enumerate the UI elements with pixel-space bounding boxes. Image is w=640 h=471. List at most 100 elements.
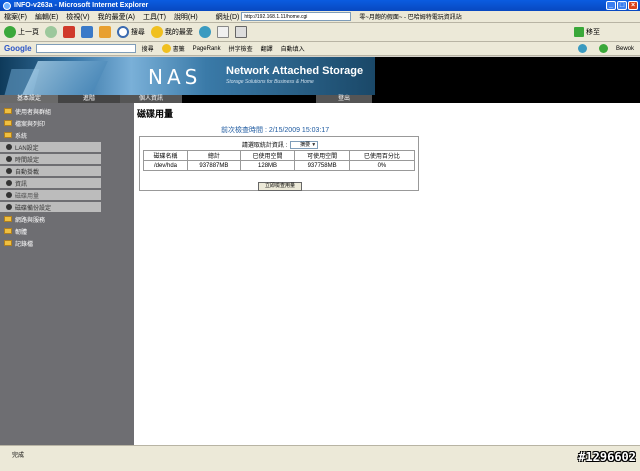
google-search-input[interactable] xyxy=(35,44,136,53)
go-button[interactable]: 移至 xyxy=(574,27,600,37)
banner-image: NAS Network Attached Storage Storage Sol… xyxy=(0,57,375,95)
google-autofill-button[interactable]: 自動填入 xyxy=(281,44,305,53)
menu-file[interactable]: 檔案(F) xyxy=(4,12,27,22)
mail-button[interactable] xyxy=(216,26,229,38)
col-available: 可使用空間 xyxy=(294,150,350,161)
cell-disk-name: /dev/hda xyxy=(143,160,188,171)
watermark: #1296602 xyxy=(578,450,636,464)
bullet-icon xyxy=(6,180,12,186)
menu-help[interactable]: 說明(H) xyxy=(174,12,198,22)
stats-select-label: 請選取統計資訊 : xyxy=(241,143,288,149)
search-icon xyxy=(116,26,129,38)
menu-tools[interactable]: 工具(T) xyxy=(143,12,166,22)
disk-usage-table: 磁碟名稱 總計 已使用空間 可使用空間 已使用百分比 /dev/hda 9378… xyxy=(143,150,416,171)
sidebar-item-lan[interactable]: LAN設定 xyxy=(0,142,101,152)
folder-icon xyxy=(4,228,12,234)
go-arrow-icon xyxy=(574,27,584,37)
sidebar-item-firmware[interactable]: 韌體 xyxy=(0,226,134,236)
google-settings-button[interactable] xyxy=(572,44,588,53)
google-search-button[interactable]: 搜尋 xyxy=(142,44,154,53)
nas-sidebar: 使用者與群組 檔案與列印 系統 LAN設定 時間設定 自動掛載 資訊 磁碟用量 … xyxy=(0,103,134,445)
menu-view[interactable]: 檢視(V) xyxy=(66,12,89,22)
nas-subtitle: Storage Solutions for Business & Home xyxy=(226,79,314,85)
link-bahamut[interactable]: 零~月飽的假面~ - 巴哈姆特電玩資訊站 xyxy=(359,12,461,21)
google-toolbar: Google 搜尋 書籤 PageRank 拼字檢查 翻譯 自動填入 Bewok xyxy=(0,42,640,56)
table-row: /dev/hda 937887MB 128MB 937758MB 0% xyxy=(143,160,416,171)
window-title-bar: INFO-v263a - Microsoft Internet Explorer… xyxy=(0,0,640,11)
back-button[interactable]: 上一頁 xyxy=(4,26,39,38)
bullet-icon xyxy=(6,156,12,162)
last-check-value: 2/15/2009 15:03:17 xyxy=(268,127,330,134)
sidebar-item-file-print[interactable]: 檔案與列印 xyxy=(0,118,134,128)
main-panel: 磁碟用量 前次檢查時間 : 2/15/2009 15:03:17 請選取統計資訊… xyxy=(137,103,637,445)
cell-used: 128MB xyxy=(239,160,296,171)
sidebar-item-info[interactable]: 資訊 xyxy=(0,178,101,188)
google-spellcheck-button[interactable]: 拼字檢查 xyxy=(229,44,253,53)
favorites-button[interactable]: 我的最愛 xyxy=(150,26,193,38)
cell-used-percent: 0% xyxy=(348,160,416,171)
google-user[interactable]: Bewok xyxy=(593,44,634,53)
address-label: 網址(D) xyxy=(215,13,240,21)
stats-select[interactable]: 摘要 xyxy=(290,140,319,149)
building-graphic xyxy=(22,61,108,95)
star-icon xyxy=(150,26,163,38)
address-input[interactable]: http://192.168.1.11/home.cgi xyxy=(241,12,352,21)
tab-logout[interactable]: 登出 xyxy=(316,95,372,103)
sidebar-item-disk-backup[interactable]: 磁碟備份設定 xyxy=(0,202,101,212)
sidebar-item-time[interactable]: 時間設定 xyxy=(0,154,101,164)
history-button[interactable] xyxy=(198,26,211,38)
cell-total: 937887MB xyxy=(186,160,241,171)
google-translate-button[interactable]: 翻譯 xyxy=(261,44,273,53)
wrench-icon xyxy=(578,44,588,53)
user-icon xyxy=(599,44,609,53)
back-icon xyxy=(4,26,16,38)
folder-icon xyxy=(4,120,12,126)
nas-title: Network Attached Storage xyxy=(226,65,364,77)
tab-personal-info[interactable]: 個人資訊 xyxy=(120,95,182,103)
mail-icon xyxy=(216,26,229,38)
maximize-button[interactable]: □ xyxy=(617,1,627,10)
cell-available: 937758MB xyxy=(294,160,350,171)
stop-icon xyxy=(62,26,75,38)
sidebar-item-disk-usage[interactable]: 磁碟用量 xyxy=(0,190,101,200)
nas-banner: NAS Network Attached Storage Storage Sol… xyxy=(0,57,640,95)
sidebar-item-logs[interactable]: 記錄檔 xyxy=(0,238,134,248)
sidebar-item-users-groups[interactable]: 使用者與群組 xyxy=(0,106,134,116)
sidebar-item-network-services[interactable]: 網路與服務 xyxy=(0,214,134,224)
status-bar: 完成 #1296602 xyxy=(0,445,640,471)
history-icon xyxy=(198,26,211,38)
col-used-percent: 已使用百分比 xyxy=(348,150,416,161)
tab-advanced[interactable]: 進階 xyxy=(58,95,120,103)
folder-icon xyxy=(4,240,12,246)
folder-icon xyxy=(4,132,12,138)
stats-select-row: 請選取統計資訊 : 摘要 xyxy=(140,140,420,149)
google-pagerank: PageRank xyxy=(192,45,221,52)
stop-button[interactable] xyxy=(62,26,75,38)
nas-logo: NAS xyxy=(148,65,202,89)
home-icon xyxy=(98,26,111,38)
check-usage-button[interactable]: 立即檢查用量 xyxy=(258,182,302,191)
menu-bar: 檔案(F) 編輯(E) 檢視(V) 我的最愛(A) 工具(T) 說明(H) 網址… xyxy=(0,11,640,23)
refresh-button[interactable] xyxy=(80,26,93,38)
google-bookmarks-button[interactable]: 書籤 xyxy=(161,44,185,53)
menu-favorites[interactable]: 我的最愛(A) xyxy=(98,12,135,22)
minimize-button[interactable]: _ xyxy=(606,1,616,10)
sidebar-item-system[interactable]: 系統 xyxy=(0,130,134,140)
window-title: INFO-v263a - Microsoft Internet Explorer xyxy=(14,2,149,9)
browser-toolbar: 上一頁 搜尋 我的最愛 移至 xyxy=(0,23,640,42)
tab-basic-settings[interactable]: 基本設定 xyxy=(0,95,58,103)
search-button[interactable]: 搜尋 xyxy=(116,26,145,38)
web-content: NAS Network Attached Storage Storage Sol… xyxy=(0,57,640,445)
bullet-icon xyxy=(6,168,12,174)
print-button[interactable] xyxy=(234,26,247,38)
sidebar-item-automount[interactable]: 自動掛載 xyxy=(0,166,101,176)
close-button[interactable]: × xyxy=(628,1,638,10)
home-button[interactable] xyxy=(98,26,111,38)
refresh-icon xyxy=(80,26,93,38)
folder-icon xyxy=(4,108,12,114)
last-check-label: 前次檢查時間 : xyxy=(221,127,269,134)
menu-edit[interactable]: 編輯(E) xyxy=(35,12,58,22)
ie-icon xyxy=(3,1,11,10)
star-icon xyxy=(161,44,171,53)
forward-button[interactable] xyxy=(44,26,57,38)
